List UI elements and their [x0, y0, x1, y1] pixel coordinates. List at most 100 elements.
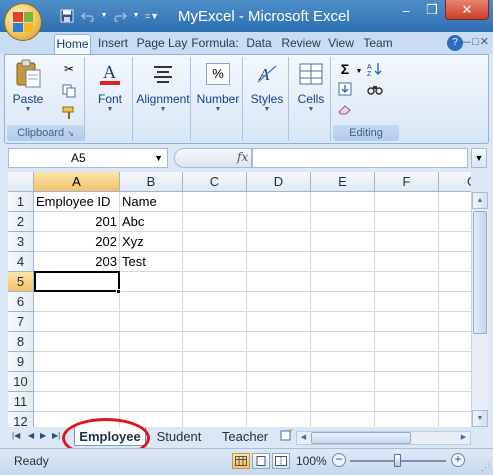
cell-f12[interactable] [375, 412, 439, 427]
cell-c6[interactable] [183, 292, 247, 312]
undo-icon[interactable] [79, 7, 97, 24]
tab-home[interactable]: Home [54, 34, 91, 55]
page-break-view-icon[interactable] [272, 453, 290, 469]
zoom-slider-knob[interactable] [394, 454, 401, 467]
chevron-down-icon[interactable]: ▼ [135, 106, 191, 113]
save-icon[interactable] [58, 7, 76, 24]
cell-a9[interactable] [34, 352, 120, 372]
row-header-8[interactable]: 8 [8, 332, 34, 352]
tab-data[interactable]: Data [242, 34, 276, 54]
cell-d8[interactable] [247, 332, 311, 352]
ribbon-minimize-icon[interactable]: — □ ✕ [460, 35, 489, 48]
row-header-4[interactable]: 4 [8, 252, 34, 272]
scroll-down-icon[interactable]: ▼ [472, 410, 488, 427]
column-header-d[interactable]: D [247, 172, 311, 192]
cell-d7[interactable] [247, 312, 311, 332]
tab-page-layout[interactable]: Page Lay [136, 34, 188, 54]
cell-e8[interactable] [311, 332, 375, 352]
cell-d12[interactable] [247, 412, 311, 427]
cell-g9[interactable] [439, 352, 471, 372]
column-header-g[interactable]: G [439, 172, 471, 192]
clear-icon[interactable] [337, 101, 353, 117]
cell-e12[interactable] [311, 412, 375, 427]
tab-review[interactable]: Review [279, 34, 323, 54]
cell-f2[interactable] [375, 212, 439, 232]
cell-g8[interactable] [439, 332, 471, 352]
tab-formulas[interactable]: Formula: [190, 34, 240, 54]
minimize-button[interactable]: – [393, 0, 419, 20]
cell-b8[interactable] [120, 332, 183, 352]
normal-view-icon[interactable] [232, 453, 250, 469]
sheet-tab-teacher[interactable]: Teacher [216, 427, 274, 446]
cell-b3[interactable]: Xyz [120, 232, 183, 252]
expand-formula-bar-icon[interactable]: ▼ [471, 148, 487, 168]
office-button[interactable] [4, 3, 42, 41]
sort-filter-icon[interactable]: AZ [367, 61, 383, 77]
row-header-10[interactable]: 10 [8, 372, 34, 392]
cell-d2[interactable] [247, 212, 311, 232]
cell-f7[interactable] [375, 312, 439, 332]
chevron-down-icon[interactable]: ▼ [100, 7, 108, 24]
cell-g6[interactable] [439, 292, 471, 312]
row-header-2[interactable]: 2 [8, 212, 34, 232]
cell-e3[interactable] [311, 232, 375, 252]
cell-c3[interactable] [183, 232, 247, 252]
paste-button[interactable]: Paste ▼ [11, 59, 45, 113]
cell-e1[interactable] [311, 192, 375, 212]
cell-g4[interactable] [439, 252, 471, 272]
cell-g7[interactable] [439, 312, 471, 332]
worksheet-grid[interactable]: A B C D E F G 1 2 3 4 5 6 7 8 9 10 11 12… [8, 172, 471, 427]
row-header-11[interactable]: 11 [8, 392, 34, 412]
row-header-12[interactable]: 12 [8, 412, 34, 427]
cell-g11[interactable] [439, 392, 471, 412]
cell-c1[interactable] [183, 192, 247, 212]
cell-c10[interactable] [183, 372, 247, 392]
cell-c11[interactable] [183, 392, 247, 412]
fill-icon[interactable] [337, 81, 353, 97]
cell-b10[interactable] [120, 372, 183, 392]
chevron-down-icon[interactable]: ▼ [193, 106, 243, 113]
cell-a10[interactable] [34, 372, 120, 392]
cell-a11[interactable] [34, 392, 120, 412]
row-header-9[interactable]: 9 [8, 352, 34, 372]
close-button[interactable]: ✕ [445, 0, 489, 20]
name-box[interactable]: A5 ▼ [8, 148, 168, 168]
column-header-a[interactable]: A [34, 172, 120, 192]
chevron-down-icon[interactable]: ▼ [154, 149, 163, 167]
formula-input[interactable] [252, 148, 468, 168]
first-sheet-icon[interactable]: |◀ [12, 431, 20, 440]
prev-sheet-icon[interactable]: ◀ [28, 431, 34, 440]
cell-c2[interactable] [183, 212, 247, 232]
row-header-6[interactable]: 6 [8, 292, 34, 312]
next-sheet-icon[interactable]: ▶ [40, 431, 46, 440]
cell-a7[interactable] [34, 312, 120, 332]
cell-f6[interactable] [375, 292, 439, 312]
cell-a6[interactable] [34, 292, 120, 312]
cell-f5[interactable] [375, 272, 439, 292]
vertical-scrollbar[interactable]: ▲ ▼ [471, 192, 488, 427]
column-header-b[interactable]: B [120, 172, 183, 192]
cell-a8[interactable] [34, 332, 120, 352]
cell-e5[interactable] [311, 272, 375, 292]
cell-d9[interactable] [247, 352, 311, 372]
vertical-scroll-thumb[interactable] [473, 211, 487, 334]
insert-sheet-icon[interactable] [278, 427, 294, 446]
cell-e2[interactable] [311, 212, 375, 232]
cell-b9[interactable] [120, 352, 183, 372]
fill-handle[interactable] [116, 289, 121, 294]
cell-a4[interactable]: 203 [34, 252, 120, 272]
vertical-split-box[interactable] [471, 172, 488, 192]
resize-grip-icon[interactable]: ⋰ [481, 462, 490, 473]
chevron-down-icon[interactable]: ▼ [351, 63, 367, 79]
cell-f1[interactable] [375, 192, 439, 212]
cell-c9[interactable] [183, 352, 247, 372]
customize-toolbar-icon[interactable]: =▼ [143, 7, 161, 24]
scroll-up-icon[interactable]: ▲ [472, 192, 488, 209]
redo-icon[interactable] [111, 7, 129, 24]
cell-d5[interactable] [247, 272, 311, 292]
cell-d1[interactable] [247, 192, 311, 212]
chevron-down-icon[interactable]: ▼ [91, 106, 129, 113]
tab-view[interactable]: View [325, 34, 357, 54]
page-layout-view-icon[interactable] [252, 453, 270, 469]
row-header-5[interactable]: 5 [8, 272, 34, 292]
